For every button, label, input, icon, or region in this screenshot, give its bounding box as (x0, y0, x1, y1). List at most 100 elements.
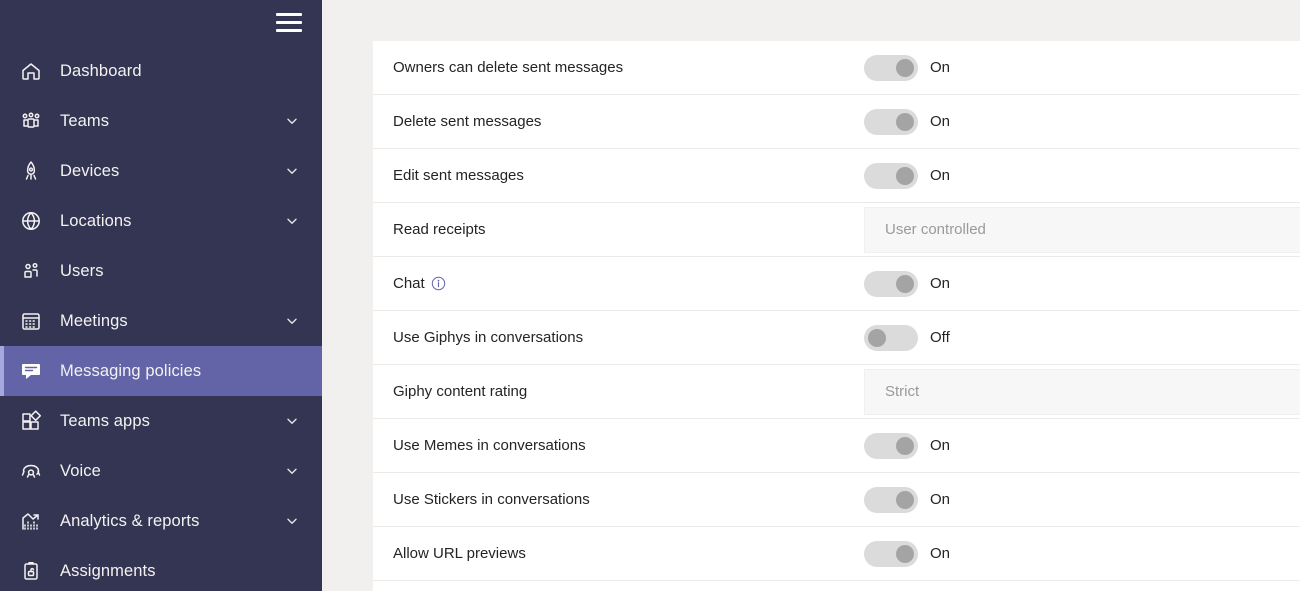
sidebar-item-label: Teams apps (60, 412, 150, 431)
sidebar-item-users[interactable]: Users (0, 246, 322, 296)
toggle-thumb (896, 59, 914, 77)
chevron-down-icon[interactable] (284, 163, 300, 179)
sidebar-item-devices[interactable]: Devices (0, 146, 322, 196)
setting-row-giphy-content-rating: Giphy content rating Strict (373, 365, 1300, 419)
toggle-state-label: On (930, 59, 950, 76)
sidebar-item-label: Devices (60, 162, 119, 181)
devices-icon (16, 156, 46, 186)
setting-label: Edit sent messages (393, 167, 524, 184)
dropdown-selected-value: Strict (885, 383, 919, 400)
setting-label-text: Giphy content rating (393, 383, 527, 400)
sidebar-item-label: Dashboard (60, 62, 142, 81)
toggle-state-label: On (930, 113, 950, 130)
menu-icon[interactable] (276, 13, 302, 32)
toggle-allow-url-previews[interactable] (864, 541, 918, 567)
toggle-delete-sent-messages[interactable] (864, 109, 918, 135)
chevron-down-icon[interactable] (284, 513, 300, 529)
toggle-thumb (896, 113, 914, 131)
toggle-group-use-memes-in-conversations: On (864, 433, 950, 459)
globe-icon (16, 206, 46, 236)
dropdown-read-receipts[interactable]: User controlled (864, 207, 1300, 253)
sidebar-item-meetings[interactable]: Meetings (0, 296, 322, 346)
setting-control: On (864, 419, 1300, 472)
chevron-down-icon[interactable] (284, 463, 300, 479)
chat-icon (16, 356, 46, 386)
toggle-owners-can-delete-sent-messages[interactable] (864, 55, 918, 81)
toggle-group-chat: On (864, 271, 950, 297)
setting-label-text: Allow URL previews (393, 545, 526, 562)
sidebar-item-label: Analytics & reports (60, 512, 199, 531)
setting-row-edit-sent-messages: Edit sent messages On (373, 149, 1300, 203)
apps-icon (16, 406, 46, 436)
toggle-group-use-stickers-in-conversations: On (864, 487, 950, 513)
setting-label: Use Giphys in conversations (393, 329, 583, 346)
info-icon[interactable] (431, 276, 446, 291)
setting-label: Use Memes in conversations (393, 437, 586, 454)
menu-bar-2 (276, 21, 302, 24)
sidebar-nav: Dashboard Teams Devices Locations Users Meeti… (0, 46, 322, 591)
toggle-group-edit-sent-messages: On (864, 163, 950, 189)
setting-label: Use Stickers in conversations (393, 491, 590, 508)
sidebar-item-label: Meetings (60, 312, 128, 331)
setting-label: Owners can delete sent messages (393, 59, 623, 76)
chevron-down-icon[interactable] (284, 413, 300, 429)
sidebar-item-messaging-policies[interactable]: Messaging policies (0, 346, 322, 396)
sidebar-item-locations[interactable]: Locations (0, 196, 322, 246)
sidebar-header (0, 0, 322, 44)
sidebar-item-analytics-reports[interactable]: Analytics & reports (0, 496, 322, 546)
toggle-thumb (868, 329, 886, 347)
setting-control: On (864, 527, 1300, 580)
chevron-down-icon[interactable] (284, 113, 300, 129)
setting-control: Off (864, 311, 1300, 364)
sidebar-item-label: Teams (60, 112, 109, 131)
menu-bar-3 (276, 29, 302, 32)
sidebar-item-assignments[interactable]: Assignments (0, 546, 322, 591)
sidebar-item-label: Locations (60, 212, 132, 231)
toggle-chat[interactable] (864, 271, 918, 297)
setting-label-text: Use Memes in conversations (393, 437, 586, 454)
setting-label-text: Use Stickers in conversations (393, 491, 590, 508)
toggle-edit-sent-messages[interactable] (864, 163, 918, 189)
toggle-group-allow-url-previews: On (864, 541, 950, 567)
setting-control: On (864, 41, 1300, 94)
toggle-use-stickers-in-conversations[interactable] (864, 487, 918, 513)
setting-label: Giphy content rating (393, 383, 527, 400)
dropdown-giphy-content-rating[interactable]: Strict (864, 369, 1300, 415)
app-root: Dashboard Teams Devices Locations Users Meeti… (0, 0, 1300, 591)
setting-control: User controlled (864, 203, 1300, 256)
sidebar-item-teams[interactable]: Teams (0, 96, 322, 146)
sidebar-item-label: Messaging policies (60, 362, 201, 381)
toggle-group-use-giphys-in-conversations: Off (864, 325, 950, 351)
setting-row-allow-url-previews: Allow URL previews On (373, 527, 1300, 581)
setting-label-text: Read receipts (393, 221, 486, 238)
teams-icon (16, 106, 46, 136)
setting-label-text: Use Giphys in conversations (393, 329, 583, 346)
toggle-state-label: On (930, 275, 950, 292)
setting-row-owners-can-delete-sent-messages: Owners can delete sent messages On (373, 41, 1300, 95)
toggle-state-label: On (930, 491, 950, 508)
setting-row-delete-sent-messages: Delete sent messages On (373, 95, 1300, 149)
messaging-policy-settings-card: Owners can delete sent messagesOnDelete … (373, 41, 1300, 591)
setting-label: Chat (393, 275, 446, 292)
setting-row-chat: Chat On (373, 257, 1300, 311)
sidebar: Dashboard Teams Devices Locations Users Meeti… (0, 0, 322, 591)
sidebar-item-voice[interactable]: Voice (0, 446, 322, 496)
chevron-down-icon[interactable] (284, 313, 300, 329)
sidebar-item-label: Users (60, 262, 104, 281)
setting-label-text: Edit sent messages (393, 167, 524, 184)
setting-row-use-stickers-in-conversations: Use Stickers in conversations On (373, 473, 1300, 527)
setting-row-read-receipts: Read receipts User controlled (373, 203, 1300, 257)
toggle-use-giphys-in-conversations[interactable] (864, 325, 918, 351)
sidebar-item-teams-apps[interactable]: Teams apps (0, 396, 322, 446)
phone-icon (16, 456, 46, 486)
toggle-use-memes-in-conversations[interactable] (864, 433, 918, 459)
chevron-down-icon[interactable] (284, 213, 300, 229)
sidebar-item-dashboard[interactable]: Dashboard (0, 46, 322, 96)
setting-control: On (864, 149, 1300, 202)
setting-label-text: Delete sent messages (393, 113, 541, 130)
setting-row-use-memes-in-conversations: Use Memes in conversations On (373, 419, 1300, 473)
setting-control: On (864, 473, 1300, 526)
dropdown-selected-value: User controlled (885, 221, 986, 238)
main-content: Owners can delete sent messagesOnDelete … (322, 0, 1300, 591)
toggle-thumb (896, 491, 914, 509)
